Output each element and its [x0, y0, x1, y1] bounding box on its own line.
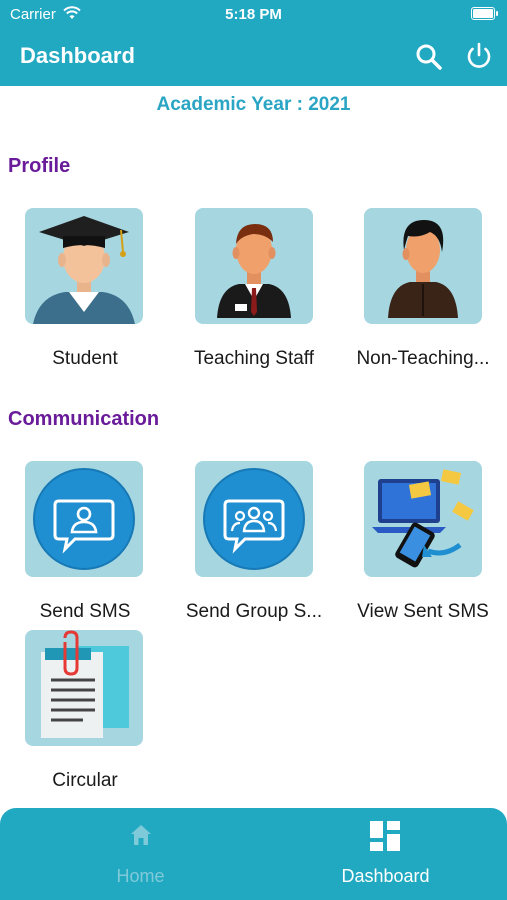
tab-dashboard[interactable]: Dashboard — [259, 808, 507, 900]
circular-document-icon — [41, 630, 129, 738]
student-graduate-icon — [33, 216, 135, 324]
academic-year: Academic Year : 2021 — [156, 94, 351, 115]
view-sent-sms-tile[interactable] — [364, 461, 482, 577]
sent-messages-icon — [372, 469, 474, 568]
tab-dashboard-label: Dashboard — [341, 866, 430, 886]
sms-group-icon — [203, 468, 305, 570]
section-title-communication: Communication — [8, 408, 160, 430]
circular-label: Circular — [52, 770, 118, 791]
circular-tile[interactable] — [25, 630, 143, 746]
teaching-staff-label: Teaching Staff — [193, 348, 315, 369]
send-group-sms-tile[interactable] — [195, 461, 313, 577]
tab-home-label: Home — [116, 866, 165, 886]
teacher-icon — [217, 224, 291, 318]
dashboard-icon — [370, 821, 400, 851]
tab-bar: Home Dashboard — [0, 808, 507, 900]
power-icon[interactable] — [464, 41, 494, 71]
status-bar: Carrier 5:18 PM — [0, 0, 507, 28]
tab-home[interactable]: Home — [14, 808, 267, 900]
teaching-staff-tile[interactable] — [195, 208, 313, 324]
send-sms-label: Send SMS — [39, 601, 131, 622]
non-teaching-staff-label: Non-Teaching... — [356, 348, 490, 369]
sms-user-icon — [33, 468, 135, 570]
section-title-profile: Profile — [8, 155, 71, 177]
send-sms-tile[interactable] — [25, 461, 143, 577]
home-icon — [131, 825, 151, 845]
view-sent-sms-label: View Sent SMS — [357, 601, 489, 622]
non-teaching-staff-tile[interactable] — [364, 208, 482, 324]
student-tile[interactable] — [25, 208, 143, 324]
search-icon[interactable] — [414, 42, 444, 72]
student-label: Student — [52, 348, 118, 369]
nav-bar: Dashboard — [0, 28, 507, 86]
send-group-sms-label: Send Group S... — [185, 601, 323, 622]
clock: 5:18 PM — [225, 6, 282, 23]
staff-person-icon — [388, 220, 458, 318]
page-title: Dashboard — [20, 43, 135, 68]
battery-icon — [471, 7, 498, 20]
